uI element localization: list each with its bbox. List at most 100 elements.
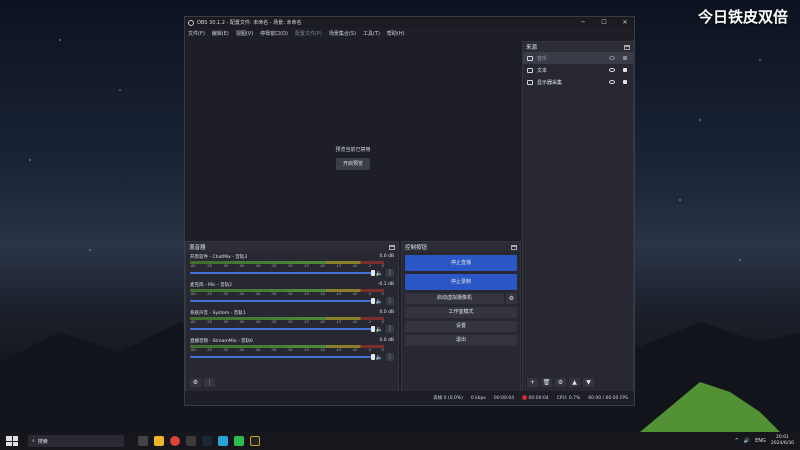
taskbar-search-box[interactable]: ⌕ 搜索 (28, 435, 124, 447)
move-source-down-button[interactable]: ▼ (583, 378, 594, 387)
bitrate: 0 kbps (470, 395, 486, 401)
meter-tick: -60 (190, 348, 196, 352)
advanced-audio-button[interactable]: ⚙ (190, 378, 201, 387)
meter-tick: -45 (238, 348, 245, 352)
source-properties-button[interactable]: ⚙ (555, 378, 566, 387)
channel-menu-button[interactable]: ⋮ (386, 353, 394, 361)
close-button[interactable]: ✕ (616, 19, 634, 26)
meter-tick: -15 (335, 264, 342, 268)
menu-profile[interactable]: 配置文件(P) (295, 30, 322, 37)
app-icon[interactable] (250, 436, 260, 446)
language-indicator[interactable]: ENG (755, 438, 766, 444)
visibility-eye-icon[interactable] (609, 68, 615, 72)
menu-edit[interactable]: 编辑(E) (212, 30, 229, 37)
recording-time: 00:00:04 (528, 396, 549, 401)
meter-tick: -25 (303, 292, 309, 296)
enable-preview-button[interactable]: 开启预览 (336, 158, 370, 170)
dock-float-icon[interactable] (389, 244, 395, 250)
volume-slider[interactable] (190, 326, 375, 332)
steam-icon[interactable] (202, 436, 212, 446)
meter-tick: -50 (222, 264, 229, 268)
meter-tick: -20 (319, 320, 325, 324)
menu-view[interactable]: 视图(V) (236, 30, 253, 37)
mixer-title: 混音器 (189, 245, 206, 251)
channel-name: 系统声音 - System - 音轨1 (190, 311, 246, 316)
channel-name: 直播音频 - StreamMix - 音轨6 (190, 339, 253, 344)
dock-float-icon[interactable] (511, 244, 517, 250)
tray-chevron-icon[interactable]: ^ (735, 438, 739, 444)
meter-scale: -60 -55 -50 -45 -40 -35 -30 -25 -20 -15 -10 -5 0 (190, 320, 384, 324)
cpu-usage: CPU: 0.7% (556, 395, 581, 401)
studio-mode-button[interactable]: 工作室模式 (405, 307, 517, 318)
menu-file[interactable]: 文件(F) (188, 30, 205, 37)
window-title: OBS 30.1.2 - 配置文件: 未命名 - 场景: 未命名 (197, 20, 302, 26)
meter-tick: -15 (335, 320, 342, 324)
meter-tick: -55 (206, 264, 212, 268)
stop-streaming-button[interactable]: 停止直播 (405, 255, 517, 271)
volume-meter (190, 289, 384, 292)
wechat-icon[interactable] (234, 436, 244, 446)
meter-tick: -55 (206, 320, 212, 324)
dock-float-icon[interactable] (624, 44, 630, 50)
menu-help[interactable]: 帮助(H) (387, 30, 405, 37)
visibility-eye-icon[interactable] (609, 80, 615, 84)
channel-menu-button[interactable]: ⋮ (386, 325, 394, 333)
volume-slider[interactable] (190, 298, 375, 304)
visibility-hidden-icon[interactable] (609, 56, 615, 60)
volume-slider[interactable] (190, 354, 375, 360)
audio-mixer-dock: 混音器 开黑软件 - ChatMix - 音轨3 0.0 dB -60 -55 -5… (185, 241, 399, 392)
maximize-button[interactable]: ☐ (595, 19, 613, 26)
obs-taskbar-icon[interactable] (186, 436, 196, 446)
stream-time: 00:00:04 (493, 395, 515, 401)
volume-icon[interactable]: 🔊 (744, 438, 750, 444)
meter-tick: -5 (367, 320, 372, 324)
taskbar-clock[interactable]: 20:01 2024/6/30 (771, 435, 794, 447)
menu-scene-collection[interactable]: 场景集合(S) (329, 30, 356, 37)
move-source-up-button[interactable]: ▲ (569, 378, 580, 387)
minimize-button[interactable]: ─ (574, 19, 592, 26)
speaker-icon[interactable]: 🔈 (376, 298, 383, 305)
settings-button[interactable]: 设置 (405, 321, 517, 332)
app-icon[interactable] (218, 436, 228, 446)
meter-tick: -40 (254, 264, 261, 268)
volume-slider[interactable] (190, 270, 375, 276)
speaker-icon[interactable]: 🔈 (376, 270, 383, 277)
add-source-button[interactable]: + (527, 378, 538, 387)
unlock-icon[interactable] (623, 56, 627, 60)
source-item-display-capture[interactable]: 显示器采集 (523, 76, 633, 88)
stop-recording-button[interactable]: 停止录制 (405, 274, 517, 290)
meter-tick: -25 (303, 320, 309, 324)
channel-menu-button[interactable]: ⋮ (386, 269, 394, 277)
lock-icon[interactable] (623, 68, 627, 72)
remove-source-button[interactable]: 🗑 (541, 378, 552, 387)
channel-db: 0.0 dB (379, 254, 394, 259)
start-virtual-camera-button[interactable]: 启动虚拟摄像机 (405, 293, 504, 304)
meter-tick: -20 (319, 292, 325, 296)
virtual-camera-settings-gear-icon[interactable]: ⚙ (506, 293, 517, 304)
system-tray: ^ 🔊 ENG 20:01 2024/6/30 (735, 435, 800, 447)
meter-tick: -45 (238, 264, 245, 268)
meter-tick: 0 (381, 348, 384, 352)
task-view-icon[interactable] (138, 436, 148, 446)
exit-button[interactable]: 退出 (405, 335, 517, 346)
menu-docks[interactable]: 停靠窗口(D) (260, 30, 288, 37)
clock-date: 2024/6/30 (770, 441, 794, 446)
meter-tick: -10 (351, 320, 358, 324)
file-explorer-icon[interactable] (154, 436, 164, 446)
meter-tick: -15 (335, 292, 342, 296)
menu-tools[interactable]: 工具(T) (363, 30, 380, 37)
chrome-icon[interactable] (170, 436, 180, 446)
source-item-music[interactable]: 音乐 (523, 52, 633, 64)
speaker-icon[interactable]: 🔈 (376, 354, 383, 361)
meter-tick: -20 (319, 264, 325, 268)
meter-scale: -60 -55 -50 -45 -40 -35 -30 -25 -20 -15 -10 -5 0 (190, 292, 384, 296)
windows-start-icon[interactable] (6, 436, 18, 446)
mixer-menu-button[interactable]: ⋮ (204, 378, 215, 387)
channel-menu-button[interactable]: ⋮ (386, 297, 394, 305)
source-label: 文本 (537, 67, 548, 74)
obs-logo-icon (188, 19, 194, 26)
speaker-icon[interactable]: 🔈 (376, 326, 383, 333)
meter-tick: -10 (351, 292, 358, 296)
lock-icon[interactable] (623, 80, 627, 84)
source-item-text[interactable]: 文本 (523, 64, 633, 76)
